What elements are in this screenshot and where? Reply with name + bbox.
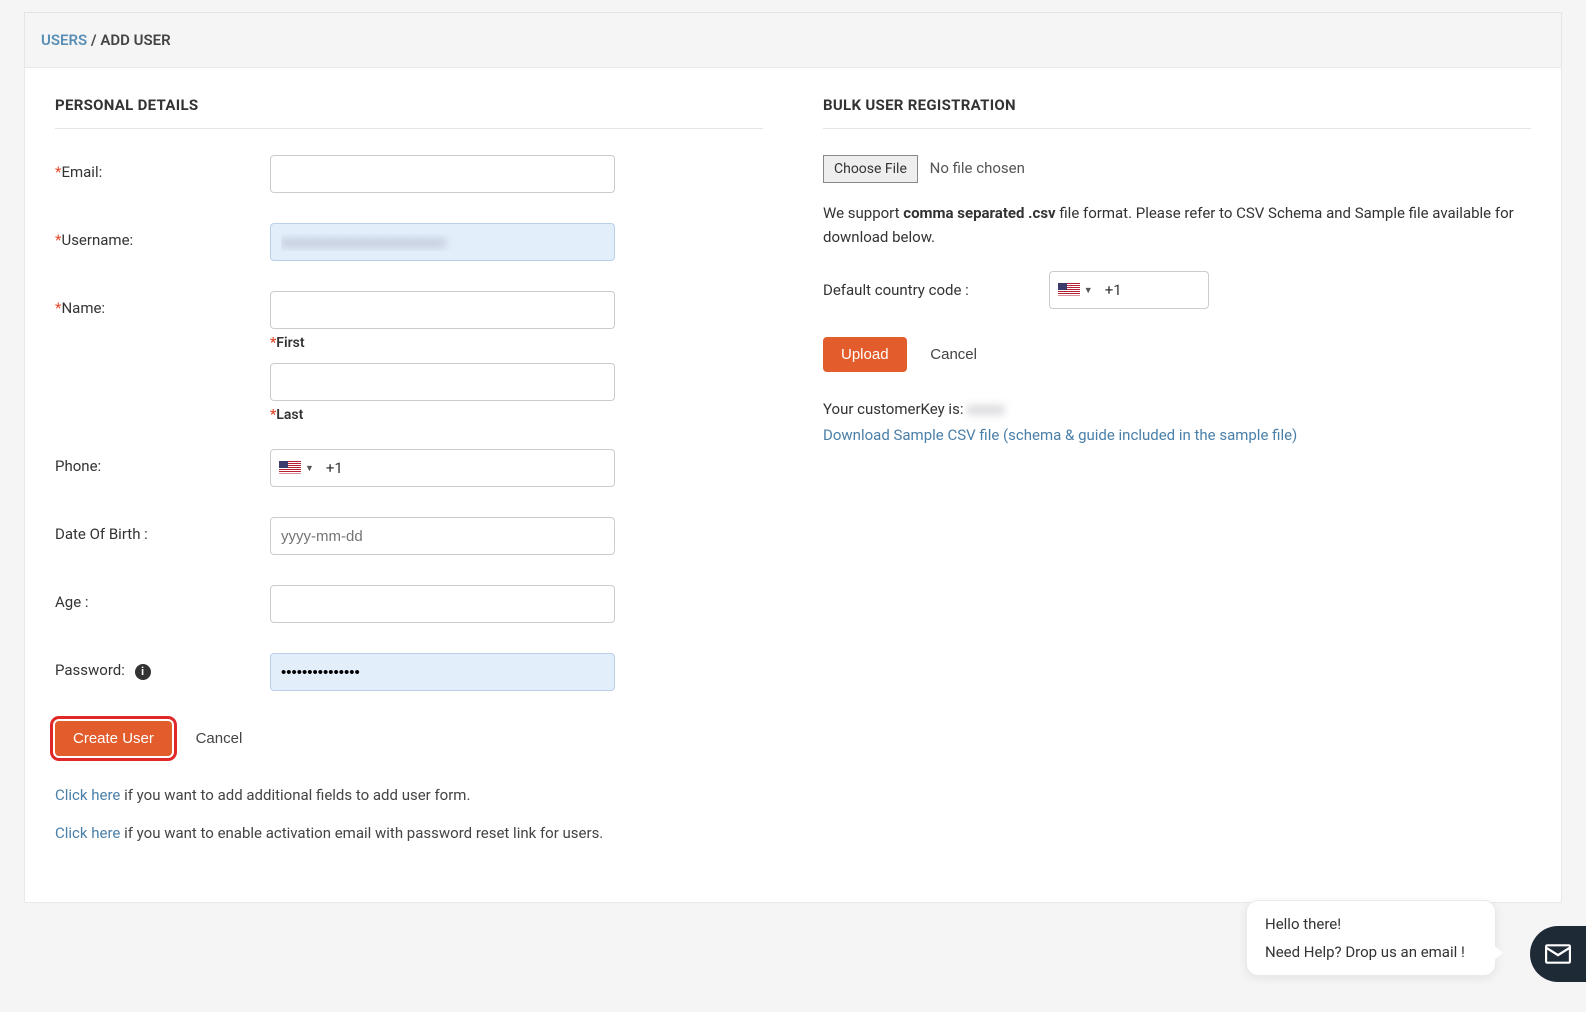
default-country-select[interactable]: ▼ +1 <box>1049 271 1209 309</box>
name-row: *Name: *First *Last <box>55 291 763 423</box>
cancel-button[interactable]: Cancel <box>184 721 255 756</box>
hint2-text: if you want to enable activation email w… <box>120 824 603 842</box>
chat-launcher-button[interactable] <box>1530 926 1586 982</box>
breadcrumb-current: ADD USER <box>100 31 170 49</box>
customer-key-line: Your customerKey is: xxxxx <box>823 400 1531 418</box>
password-row: Password: i <box>55 653 763 691</box>
breadcrumb-users-link[interactable]: USERS <box>41 31 87 49</box>
download-sample-link[interactable]: Download Sample CSV file (schema & guide… <box>823 426 1297 444</box>
password-label: Password: <box>55 661 125 679</box>
activation-email-hint: Click here if you want to enable activat… <box>55 824 763 842</box>
file-status-text: No file chosen <box>930 159 1025 177</box>
last-name-input[interactable] <box>270 363 615 401</box>
bulk-actions: Upload Cancel <box>823 337 1531 372</box>
email-label: Email: <box>61 163 102 181</box>
dob-label: Date Of Birth : <box>55 525 148 543</box>
create-user-button[interactable]: Create User <box>55 721 172 756</box>
section-title-bulk: BULK USER REGISTRATION <box>823 96 1531 129</box>
customer-key-value: xxxxx <box>967 400 1004 418</box>
breadcrumb: USERS / ADD USER <box>24 12 1562 67</box>
phone-label: Phone: <box>55 457 101 475</box>
phone-row: Phone: ▼ +1 <box>55 449 763 487</box>
name-label: Name: <box>61 299 105 317</box>
upload-button[interactable]: Upload <box>823 337 907 372</box>
activation-email-link[interactable]: Click here <box>55 824 120 842</box>
default-country-label: Default country code : <box>823 281 969 299</box>
age-input[interactable] <box>270 585 615 623</box>
chevron-down-icon: ▼ <box>305 463 314 474</box>
form-actions: Create User Cancel <box>55 721 763 756</box>
chat-line2: Need Help? Drop us an email ! <box>1265 943 1477 961</box>
chat-help-bubble: Hello there! Need Help? Drop us an email… <box>1246 900 1496 976</box>
password-input[interactable] <box>270 653 615 691</box>
file-chooser-row: Choose File No file chosen <box>823 155 1531 183</box>
mail-icon <box>1545 944 1571 964</box>
personal-details-section: PERSONAL DETAILS *Email: *Username: *Nam… <box>55 96 763 862</box>
phone-code: +1 <box>326 459 343 477</box>
phone-input[interactable]: ▼ +1 <box>270 449 615 487</box>
age-row: Age : <box>55 585 763 623</box>
additional-fields-hint: Click here if you want to add additional… <box>55 786 763 804</box>
username-row: *Username: <box>55 223 763 261</box>
last-sublabel: Last <box>276 407 303 423</box>
choose-file-button[interactable]: Choose File <box>823 155 918 183</box>
default-country-code: +1 <box>1105 281 1122 299</box>
additional-fields-link[interactable]: Click here <box>55 786 120 804</box>
dob-row: Date Of Birth : <box>55 517 763 555</box>
bulk-help-text: We support comma separated .csv file for… <box>823 201 1531 249</box>
hint1-text: if you want to add additional fields to … <box>120 786 470 804</box>
flag-us-icon <box>279 461 301 475</box>
username-label: Username: <box>61 231 133 249</box>
bulk-registration-section: BULK USER REGISTRATION Choose File No fi… <box>823 96 1531 862</box>
chat-line1: Hello there! <box>1265 915 1477 933</box>
username-input[interactable] <box>270 223 615 261</box>
flag-us-icon <box>1058 283 1080 297</box>
chevron-down-icon: ▼ <box>1084 285 1093 296</box>
dob-input[interactable] <box>270 517 615 555</box>
bulk-cancel-button[interactable]: Cancel <box>918 337 989 372</box>
age-label: Age : <box>55 593 89 611</box>
first-sublabel: First <box>276 335 304 351</box>
first-name-input[interactable] <box>270 291 615 329</box>
info-icon[interactable]: i <box>135 664 151 680</box>
email-input[interactable] <box>270 155 615 193</box>
email-row: *Email: <box>55 155 763 193</box>
breadcrumb-separator: / <box>91 31 100 49</box>
section-title-personal: PERSONAL DETAILS <box>55 96 763 129</box>
default-country-row: Default country code : ▼ +1 <box>823 271 1531 309</box>
